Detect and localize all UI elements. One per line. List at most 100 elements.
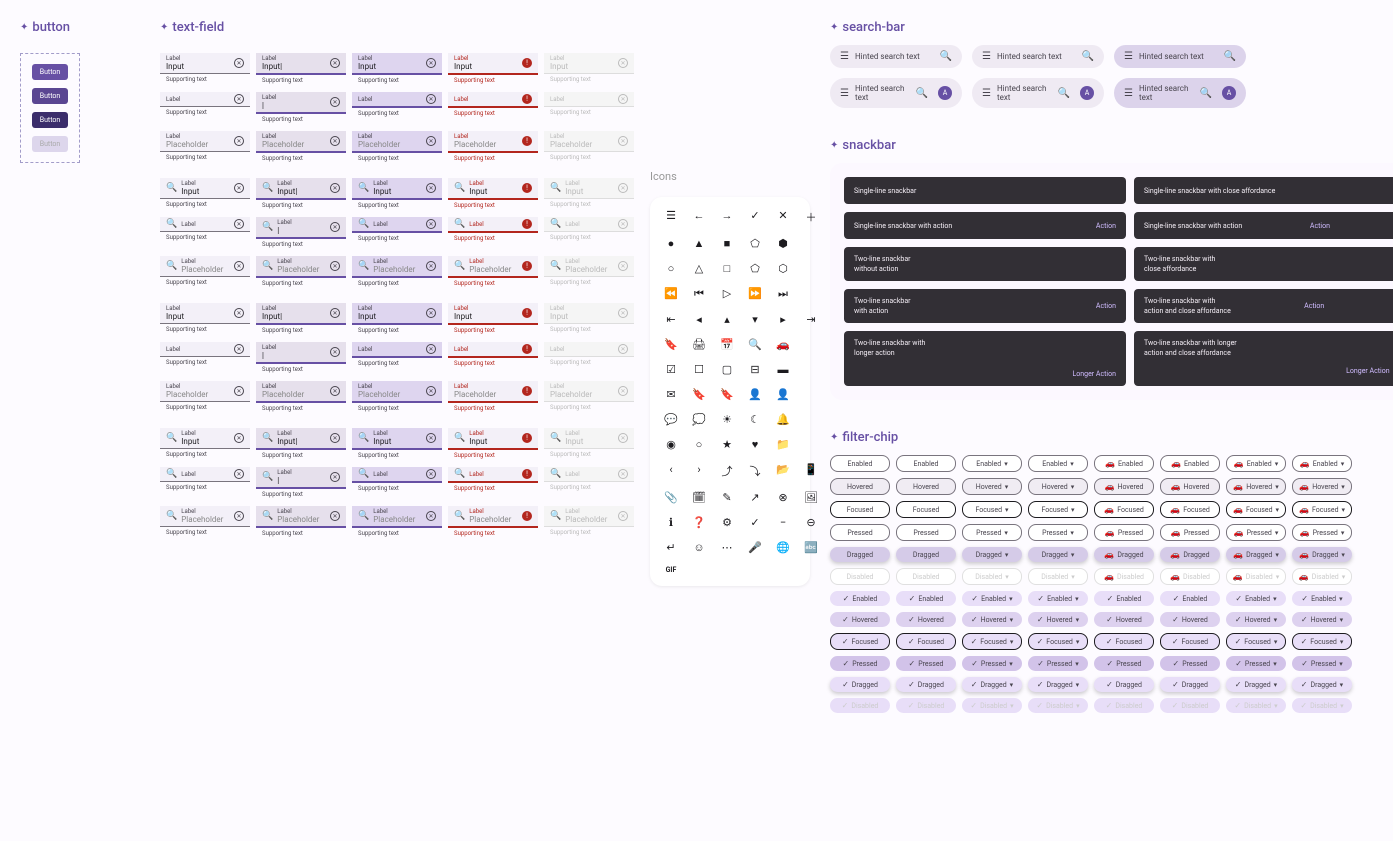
filter-chip[interactable]: Focused bbox=[896, 501, 956, 518]
filter-chip[interactable]: ✓Pressed bbox=[830, 656, 890, 671]
text-field[interactable]: 🔍LabelPlaceholder! bbox=[448, 506, 538, 528]
text-field[interactable]: LabelPlaceholder✕ bbox=[256, 381, 346, 403]
text-field[interactable]: Label✕ bbox=[352, 342, 442, 358]
filter-chip[interactable]: 🚗Focused▾ bbox=[1226, 501, 1286, 518]
cancel-icon[interactable]: ✕ bbox=[234, 511, 244, 521]
search-bar[interactable]: ☰Hinted search text🔍 bbox=[830, 45, 962, 68]
filter-chip[interactable]: 🚗Focused bbox=[1160, 501, 1220, 518]
cancel-icon[interactable]: ✕ bbox=[330, 433, 340, 443]
cancel-icon[interactable]: ✕ bbox=[426, 386, 436, 396]
cancel-icon[interactable]: ✕ bbox=[234, 261, 244, 271]
filter-chip[interactable]: 🚗Pressed▾ bbox=[1292, 524, 1352, 541]
text-field[interactable]: 🔍LabelInput✕ bbox=[352, 178, 442, 200]
filter-chip[interactable]: Enabled bbox=[830, 455, 890, 472]
snackbar-action[interactable]: Action bbox=[1096, 222, 1116, 230]
text-field[interactable]: Label✕ bbox=[160, 92, 250, 107]
cancel-icon[interactable]: ✕ bbox=[330, 472, 340, 482]
text-field[interactable]: 🔍LabelInput✕ bbox=[352, 428, 442, 450]
text-field[interactable]: 🔍Label|✕ bbox=[256, 467, 346, 489]
filter-chip[interactable]: 🚗Pressed bbox=[1160, 524, 1220, 541]
filter-chip[interactable]: 🚗Dragged bbox=[1160, 547, 1220, 562]
search-icon[interactable]: 🔍 bbox=[1058, 88, 1070, 99]
text-field[interactable]: Label|✕ bbox=[256, 92, 346, 114]
filter-chip[interactable]: ✓Enabled▾ bbox=[1292, 591, 1352, 606]
filter-chip[interactable]: ✓Pressed▾ bbox=[1226, 656, 1286, 671]
menu-icon[interactable]: ☰ bbox=[1124, 51, 1133, 62]
cancel-icon[interactable]: ✕ bbox=[330, 308, 340, 318]
filter-chip[interactable]: Hovered▾ bbox=[962, 478, 1022, 495]
cancel-icon[interactable]: ✕ bbox=[426, 136, 436, 146]
error-icon[interactable]: ! bbox=[522, 94, 532, 104]
filter-chip[interactable]: Focused▾ bbox=[1028, 501, 1088, 518]
text-field[interactable]: 🔍LabelPlaceholder✕ bbox=[256, 506, 346, 528]
cancel-icon[interactable]: ✕ bbox=[330, 386, 340, 396]
filter-chip[interactable]: ✓Enabled▾ bbox=[1028, 591, 1088, 606]
menu-icon[interactable]: ☰ bbox=[840, 88, 849, 99]
text-field[interactable]: 🔍LabelInput! bbox=[448, 428, 538, 450]
error-icon[interactable]: ! bbox=[522, 469, 532, 479]
error-icon[interactable]: ! bbox=[522, 219, 532, 229]
cancel-icon[interactable]: ✕ bbox=[426, 219, 436, 229]
filter-chip[interactable]: Dragged▾ bbox=[1028, 547, 1088, 562]
menu-icon[interactable]: ☰ bbox=[1124, 88, 1133, 99]
filter-chip[interactable]: Enabled bbox=[896, 455, 956, 472]
error-icon[interactable]: ! bbox=[522, 136, 532, 146]
cancel-icon[interactable]: ✕ bbox=[426, 308, 436, 318]
error-icon[interactable]: ! bbox=[522, 344, 532, 354]
text-field[interactable]: 🔍LabelInput|✕ bbox=[256, 428, 346, 450]
text-field[interactable]: LabelInput✕ bbox=[352, 303, 442, 325]
cancel-icon[interactable]: ✕ bbox=[426, 344, 436, 354]
error-icon[interactable]: ! bbox=[522, 386, 532, 396]
filter-chip[interactable]: ✓Enabled bbox=[1160, 591, 1220, 606]
filter-chip[interactable]: 🚗Hovered bbox=[1160, 478, 1220, 495]
text-field[interactable]: LabelInput! bbox=[448, 303, 538, 325]
search-icon[interactable]: 🔍 bbox=[1200, 88, 1212, 99]
filter-chip[interactable]: ✓Hovered bbox=[830, 612, 890, 627]
snackbar-action[interactable]: Action bbox=[1096, 302, 1116, 310]
filter-chip[interactable]: 🚗Pressed bbox=[1094, 524, 1154, 541]
text-field[interactable]: 🔍Label! bbox=[448, 217, 538, 233]
filter-chip[interactable]: Pressed bbox=[830, 524, 890, 541]
cancel-icon[interactable]: ✕ bbox=[234, 308, 244, 318]
text-field[interactable]: LabelPlaceholder! bbox=[448, 381, 538, 403]
text-field[interactable]: LabelPlaceholder! bbox=[448, 131, 538, 153]
button-pressed[interactable]: Button bbox=[32, 112, 69, 128]
text-field[interactable]: LabelInput✕ bbox=[160, 53, 250, 74]
button-hovered[interactable]: Button bbox=[32, 88, 69, 104]
text-field[interactable]: Label|✕ bbox=[256, 342, 346, 364]
filter-chip[interactable]: Enabled▾ bbox=[1028, 455, 1088, 472]
search-icon[interactable]: 🔍 bbox=[916, 88, 928, 99]
filter-chip[interactable]: 🚗Enabled▾ bbox=[1292, 455, 1352, 472]
filter-chip[interactable]: Enabled▾ bbox=[962, 455, 1022, 472]
text-field[interactable]: 🔍Label✕ bbox=[352, 217, 442, 233]
cancel-icon[interactable]: ✕ bbox=[330, 183, 340, 193]
snackbar-action[interactable]: Action bbox=[1304, 302, 1324, 310]
snackbar-action[interactable]: Longer Action bbox=[1346, 367, 1389, 378]
snackbar-action[interactable]: Longer Action bbox=[1073, 370, 1116, 378]
search-bar[interactable]: ☰Hinted search text🔍 bbox=[1114, 45, 1246, 68]
cancel-icon[interactable]: ✕ bbox=[330, 511, 340, 521]
filter-chip[interactable]: ✓Focused bbox=[830, 633, 890, 650]
filter-chip[interactable]: ✓Pressed bbox=[1160, 656, 1220, 671]
filter-chip[interactable]: ✓Hovered bbox=[1160, 612, 1220, 627]
filter-chip[interactable]: ✓Pressed▾ bbox=[1028, 656, 1088, 671]
text-field[interactable]: LabelPlaceholder✕ bbox=[160, 131, 250, 152]
search-bar[interactable]: ☰Hinted search text🔍 bbox=[972, 45, 1104, 68]
cancel-icon[interactable]: ✕ bbox=[234, 183, 244, 193]
cancel-icon[interactable]: ✕ bbox=[426, 261, 436, 271]
filter-chip[interactable]: Pressed▾ bbox=[962, 524, 1022, 541]
text-field[interactable]: LabelPlaceholder✕ bbox=[352, 381, 442, 403]
filter-chip[interactable]: ✓Pressed▾ bbox=[962, 656, 1022, 671]
cancel-icon[interactable]: ✕ bbox=[426, 469, 436, 479]
filter-chip[interactable]: ✓Dragged bbox=[1160, 677, 1220, 692]
text-field[interactable]: 🔍LabelPlaceholder✕ bbox=[352, 506, 442, 528]
filter-chip[interactable]: ✓Dragged bbox=[896, 677, 956, 692]
error-icon[interactable]: ! bbox=[522, 183, 532, 193]
filter-chip[interactable]: ✓Focused bbox=[896, 633, 956, 650]
text-field[interactable]: 🔍LabelPlaceholder✕ bbox=[160, 256, 250, 277]
avatar[interactable]: A bbox=[1080, 86, 1094, 100]
menu-icon[interactable]: ☰ bbox=[982, 51, 991, 62]
error-icon[interactable]: ! bbox=[522, 433, 532, 443]
search-bar[interactable]: ☰Hinted search text🔍A bbox=[830, 78, 962, 108]
filter-chip[interactable]: Pressed▾ bbox=[1028, 524, 1088, 541]
